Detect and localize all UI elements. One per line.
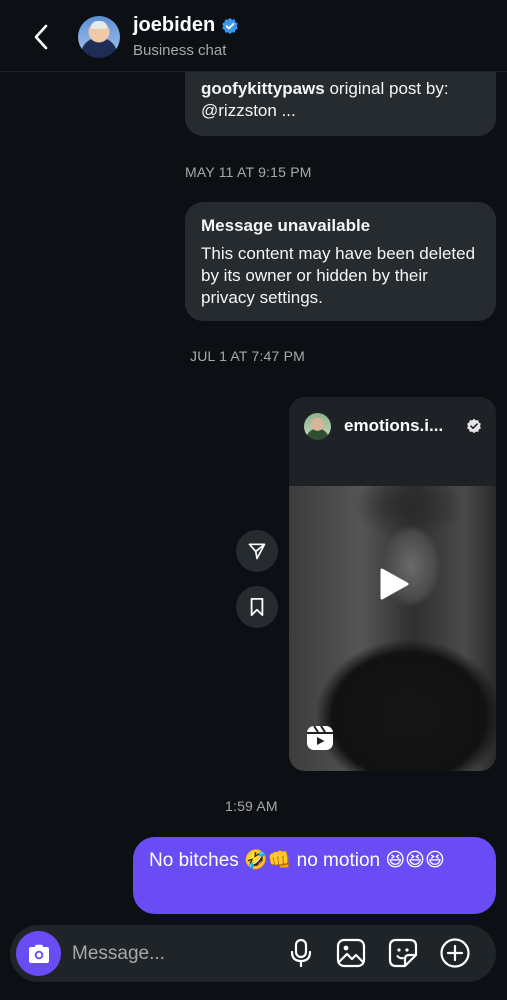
camera-icon: [28, 944, 49, 963]
more-options-button[interactable]: [439, 937, 471, 969]
avatar[interactable]: [78, 16, 120, 58]
gallery-button[interactable]: [335, 937, 367, 969]
contact-subtitle: Business chat: [133, 42, 227, 59]
plus-icon: [440, 938, 470, 968]
sticker-icon: [388, 938, 418, 968]
unavailable-body: This content may have been deleted by it…: [201, 244, 476, 307]
sticker-button[interactable]: [387, 937, 419, 969]
save-button[interactable]: [236, 586, 278, 628]
message-unavailable-bubble[interactable]: Message unavailable This content may hav…: [185, 202, 496, 321]
shared-post-bubble[interactable]: goofykittypaws original post by: @rizzst…: [185, 72, 496, 136]
voice-message-button[interactable]: [285, 937, 317, 969]
reel-username[interactable]: emotions.i...: [344, 416, 443, 436]
share-icon: [248, 543, 266, 560]
verified-badge-icon: [467, 418, 481, 434]
microphone-icon: [290, 938, 312, 968]
chat-header: joebiden Business chat: [0, 0, 507, 72]
share-button[interactable]: [236, 530, 278, 572]
timestamp: 1:59 AM: [225, 798, 278, 814]
reels-icon: [307, 725, 333, 750]
timestamp: MAY 11 AT 9:15 PM: [185, 164, 312, 180]
unavailable-title: Message unavailable: [201, 216, 371, 235]
back-button[interactable]: [26, 20, 56, 54]
reel-avatar[interactable]: [304, 412, 331, 440]
reel-header[interactable]: emotions.i...: [289, 397, 496, 455]
timestamp: JUL 1 AT 7:47 PM: [190, 348, 305, 364]
gallery-icon: [336, 938, 366, 968]
contact-name-row[interactable]: joebiden: [133, 14, 239, 37]
verified-badge-icon: [222, 17, 238, 34]
outgoing-message-bubble[interactable]: No bitches 🤣👊 no motion 😆😆😆: [133, 837, 496, 914]
bookmark-icon: [250, 598, 264, 616]
shared-post-author: goofykittypaws: [201, 79, 325, 98]
camera-button[interactable]: [16, 931, 61, 976]
reel-card[interactable]: emotions.i...: [289, 397, 496, 771]
message-input[interactable]: [72, 939, 272, 969]
play-icon[interactable]: [376, 567, 410, 601]
back-arrow-icon: [34, 24, 48, 50]
contact-name[interactable]: joebiden: [133, 14, 215, 37]
message-composer: [10, 925, 496, 982]
outgoing-message-text: No bitches 🤣👊 no motion 😆😆😆: [149, 850, 445, 871]
